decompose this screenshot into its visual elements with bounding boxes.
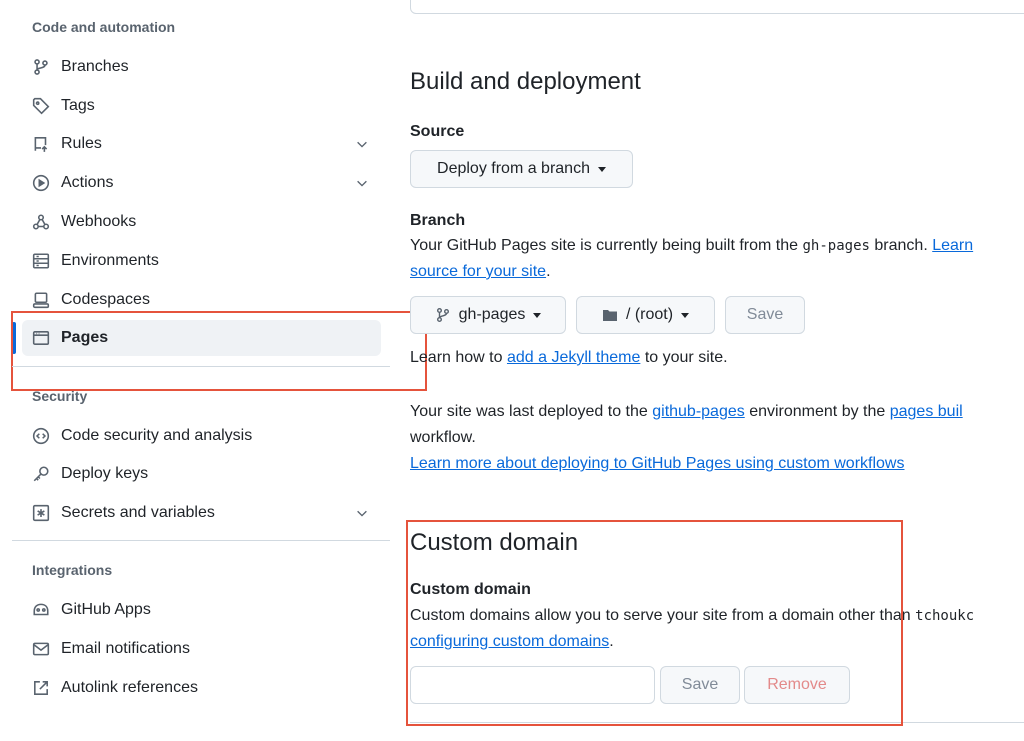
sidebar-item-label: Environments bbox=[61, 252, 159, 269]
sidebar-item-label: GitHub Apps bbox=[61, 601, 151, 618]
top-panel-edge bbox=[410, 0, 1024, 14]
chevron-down-icon[interactable] bbox=[355, 137, 369, 151]
sidebar-item-label: Actions bbox=[61, 174, 114, 191]
deployed-text: Your site was last deployed to the githu… bbox=[410, 403, 963, 420]
annotation-box-pages bbox=[11, 311, 427, 391]
sidebar-item-environments[interactable]: Environments bbox=[22, 243, 381, 279]
sidebar-item-github-apps[interactable]: GitHub Apps bbox=[22, 592, 381, 628]
repo-push-icon bbox=[32, 135, 50, 153]
key-asterisk-icon bbox=[32, 504, 50, 522]
codespaces-icon bbox=[32, 291, 50, 309]
sidebar-divider bbox=[12, 540, 390, 541]
caret-down-icon bbox=[597, 166, 606, 172]
sidebar-item-label: Rules bbox=[61, 135, 102, 152]
pages-build-link[interactable]: pages buil bbox=[890, 403, 963, 420]
sidebar-item-label: Codespaces bbox=[61, 291, 150, 308]
learn-link[interactable]: Learn bbox=[932, 237, 973, 254]
play-icon bbox=[32, 174, 50, 192]
sidebar-item-tags[interactable]: Tags bbox=[22, 88, 381, 124]
build-deployment-title: Build and deployment bbox=[410, 68, 641, 95]
deployed-text-line2: workflow. bbox=[410, 429, 476, 446]
sidebar-heading-security: Security bbox=[32, 388, 88, 404]
sidebar-item-rules[interactable]: Rules bbox=[22, 126, 381, 162]
domain-code: tchoukc bbox=[915, 608, 975, 624]
sidebar-heading-integrations: Integrations bbox=[32, 562, 113, 578]
folder-select-value: / (root) bbox=[625, 306, 674, 323]
branch-description: Your GitHub Pages site is currently bein… bbox=[410, 237, 974, 254]
branch-code: gh-pages bbox=[802, 238, 870, 254]
jekyll-theme-link[interactable]: add a Jekyll theme bbox=[507, 349, 640, 366]
mail-icon bbox=[32, 640, 50, 658]
folder-select[interactable]: / (root) bbox=[576, 296, 715, 334]
save-branch-button[interactable]: Save bbox=[725, 296, 805, 334]
codescan-icon bbox=[32, 427, 50, 445]
custom-workflows-link[interactable]: Learn more about deploying to GitHub Pag… bbox=[410, 455, 904, 472]
sidebar-item-label: Deploy keys bbox=[61, 465, 149, 482]
sidebar-item-autolink[interactable]: Autolink references bbox=[22, 670, 381, 706]
source-select-value: Deploy from a branch bbox=[437, 160, 590, 177]
sidebar-item-label: Email notifications bbox=[61, 640, 190, 657]
tag-icon bbox=[32, 97, 50, 115]
key-icon bbox=[32, 465, 50, 483]
git-branch-icon bbox=[32, 58, 50, 76]
sidebar-item-email-notifications[interactable]: Email notifications bbox=[22, 631, 381, 667]
sidebar-item-label: Autolink references bbox=[61, 679, 198, 696]
annotation-box-custom-domain bbox=[406, 520, 903, 726]
branch-select-value: gh-pages bbox=[458, 306, 526, 323]
sidebar-item-label: Webhooks bbox=[61, 213, 137, 230]
jekyll-text: Learn how to add a Jekyll theme to your … bbox=[410, 349, 728, 366]
link-external-icon bbox=[32, 679, 50, 697]
sidebar-item-deploy-keys[interactable]: Deploy keys bbox=[22, 456, 381, 492]
sidebar-heading-code-automation: Code and automation bbox=[32, 19, 176, 35]
sidebar-item-actions[interactable]: Actions bbox=[22, 165, 381, 201]
source-label: Source bbox=[410, 123, 465, 140]
chevron-down-icon[interactable] bbox=[355, 176, 369, 190]
caret-down-icon bbox=[681, 312, 690, 318]
branch-label: Branch bbox=[410, 212, 466, 229]
sidebar-item-webhooks[interactable]: Webhooks bbox=[22, 204, 381, 240]
sidebar-item-label: Tags bbox=[61, 97, 95, 114]
sidebar-item-branches[interactable]: Branches bbox=[22, 49, 381, 85]
sidebar-item-secrets[interactable]: Secrets and variables bbox=[22, 495, 381, 531]
custom-workflows-line: Learn more about deploying to GitHub Pag… bbox=[410, 451, 904, 477]
source-for-site-link[interactable]: source for your site bbox=[410, 263, 546, 280]
sidebar-item-label: Secrets and variables bbox=[61, 504, 215, 521]
github-pages-env-link[interactable]: github-pages bbox=[652, 403, 745, 420]
sidebar-item-code-security[interactable]: Code security and analysis bbox=[22, 418, 381, 454]
sidebar-divider bbox=[12, 366, 390, 367]
source-select[interactable]: Deploy from a branch bbox=[410, 150, 633, 188]
chevron-down-icon[interactable] bbox=[355, 506, 369, 520]
branch-description-line2: source for your site. bbox=[410, 263, 551, 280]
git-branch-icon bbox=[435, 307, 451, 323]
webhook-icon bbox=[32, 213, 50, 231]
caret-down-icon bbox=[533, 312, 542, 318]
folder-icon bbox=[602, 307, 618, 323]
sidebar-item-label: Code security and analysis bbox=[61, 427, 253, 444]
apps-icon bbox=[32, 601, 50, 619]
server-icon bbox=[32, 252, 50, 270]
branch-select[interactable]: gh-pages bbox=[410, 296, 566, 334]
sidebar-item-label: Branches bbox=[61, 58, 129, 75]
